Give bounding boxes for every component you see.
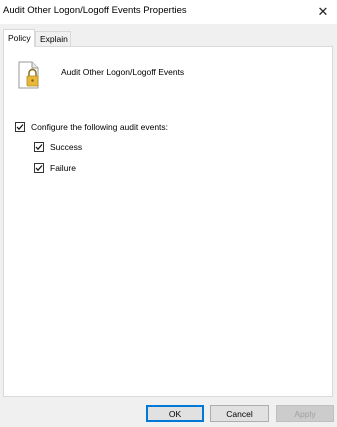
window-title: Audit Other Logon/Logoff Events Properti… xyxy=(3,5,187,16)
tab-explain-label: Explain xyxy=(40,34,68,44)
cancel-button-label: Cancel xyxy=(226,408,253,419)
policy-panel xyxy=(3,46,333,397)
success-label: Success xyxy=(50,142,83,152)
ok-button-label: OK xyxy=(168,408,182,419)
failure-checkbox[interactable] xyxy=(34,163,44,173)
checkmark-icon xyxy=(35,165,43,172)
policy-name: Audit Other Logon/Logoff Events xyxy=(61,67,185,77)
ok-button[interactable]: OK xyxy=(146,405,204,422)
close-button[interactable]: ✕ xyxy=(309,0,337,24)
cancel-button[interactable]: Cancel xyxy=(210,405,269,422)
failure-label: Failure xyxy=(50,163,76,173)
document-lock-icon xyxy=(18,61,39,89)
title-bar: Audit Other Logon/Logoff Events Properti… xyxy=(0,0,337,24)
close-icon: ✕ xyxy=(317,4,329,19)
checkmark-icon xyxy=(35,144,43,151)
tab-policy[interactable]: Policy xyxy=(3,29,35,47)
failure-row[interactable]: Failure xyxy=(34,163,76,173)
checkmark-icon xyxy=(16,124,24,131)
configure-audit-checkbox[interactable] xyxy=(15,122,25,132)
apply-button-label: Apply xyxy=(294,408,316,419)
configure-audit-label: Configure the following audit events: xyxy=(31,122,169,132)
tab-policy-label: Policy xyxy=(8,33,31,43)
success-row[interactable]: Success xyxy=(34,142,82,152)
tab-explain[interactable]: Explain xyxy=(35,31,71,46)
configure-audit-row[interactable]: Configure the following audit events: xyxy=(15,122,168,132)
apply-button: Apply xyxy=(276,405,334,422)
success-checkbox[interactable] xyxy=(34,142,44,152)
